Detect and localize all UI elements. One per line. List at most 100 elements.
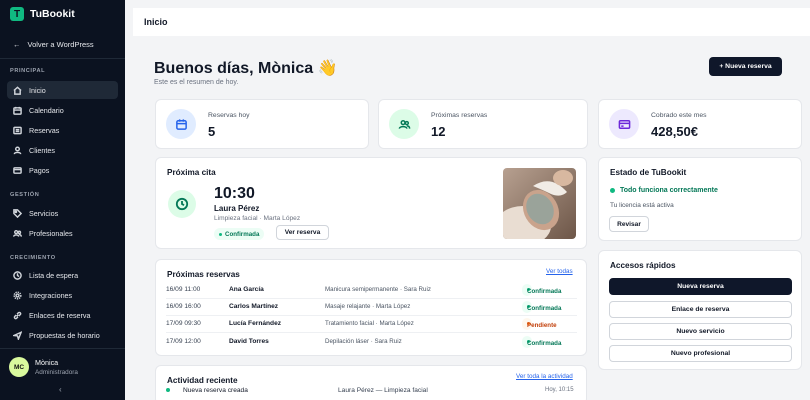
user-profile[interactable]: MC Mònica Administradora bbox=[9, 357, 78, 377]
collapse-sidebar-button[interactable]: ‹ bbox=[59, 385, 62, 394]
sidebar-item-profesionales[interactable]: Profesionales bbox=[7, 224, 118, 242]
stat-card-today: Reservas hoy 5 bbox=[155, 99, 369, 149]
sidebar-item-integraciones[interactable]: Integraciones bbox=[7, 286, 118, 304]
sidebar-item-servicios[interactable]: Servicios bbox=[7, 204, 118, 222]
section-crecimiento: CRECIMIENTO bbox=[10, 255, 56, 261]
stat-card-revenue: Cobrado este mes 428,50€ bbox=[598, 99, 802, 149]
sidebar-item-label: Profesionales bbox=[29, 228, 73, 238]
card-icon bbox=[13, 166, 22, 175]
booking-service: Depilación láser · Sara Ruiz bbox=[325, 338, 402, 345]
activity-event: Nueva reserva creada bbox=[183, 387, 248, 394]
stat-label: Cobrado este mes bbox=[651, 112, 707, 119]
gear-icon bbox=[13, 290, 22, 300]
status-text: Confirmada bbox=[527, 288, 562, 295]
sidebar-item-inicio[interactable]: Inicio bbox=[7, 81, 118, 99]
table-row[interactable]: 17/09 12:00 David Torres Depilación láse… bbox=[155, 334, 587, 351]
back-to-wordpress[interactable]: ← Volver a WordPress bbox=[13, 40, 94, 49]
sidebar-item-label: Enlaces de reserva bbox=[29, 310, 91, 320]
greeting-heading: Buenos días, Mònica 👋 bbox=[154, 60, 338, 77]
user-group-icon bbox=[13, 229, 22, 238]
sidebar-item-pagos[interactable]: Pagos bbox=[7, 161, 118, 179]
avatar: MC bbox=[9, 357, 29, 377]
booking-datetime: 17/09 09:30 bbox=[166, 320, 201, 327]
booking-datetime: 16/09 16:00 bbox=[166, 303, 201, 310]
booking-service: Manicura semipermanente · Sara Ruiz bbox=[325, 286, 431, 293]
status-badge: Confirmada bbox=[214, 228, 265, 240]
booking-service: Tratamiento facial · Marta López bbox=[325, 320, 414, 327]
sidebar-item-lista-de-espera[interactable]: Lista de espera bbox=[7, 266, 118, 284]
card-icon bbox=[609, 109, 639, 139]
brand-name: TuBookit bbox=[30, 8, 75, 20]
review-button[interactable]: Revisar bbox=[609, 216, 649, 232]
status-text: Confirmada bbox=[527, 305, 562, 312]
greeting-subtitle: Este es el resumen de hoy. bbox=[154, 79, 239, 86]
status-text: Todo funciona correctamente bbox=[620, 187, 718, 194]
quick-new-professional-button[interactable]: Nuevo profesional bbox=[609, 345, 792, 362]
stat-value: 12 bbox=[431, 124, 446, 139]
appointment-service: Limpieza facial · Marta López bbox=[214, 215, 301, 222]
sidebar-item-label: Clientes bbox=[29, 145, 55, 155]
back-label: Volver a WordPress bbox=[27, 40, 94, 49]
sidebar-item-label: Servicios bbox=[29, 208, 59, 218]
calendar-icon bbox=[166, 109, 196, 139]
sidebar-item-reservas[interactable]: Reservas bbox=[7, 121, 118, 139]
tubookit-logo-icon: T bbox=[10, 7, 24, 21]
table-row[interactable]: 16/09 16:00 Carlos Martínez Masaje relaj… bbox=[155, 299, 587, 316]
license-status: Tu licencia está activa bbox=[610, 202, 674, 209]
send-icon bbox=[13, 330, 22, 340]
sidebar-item-clientes[interactable]: Clientes bbox=[7, 141, 118, 159]
appointment-time: 10:30 bbox=[214, 185, 255, 202]
sidebar-item-label: Propuestas de horario bbox=[29, 330, 100, 340]
arrow-left-icon: ← bbox=[13, 40, 21, 49]
sidebar-item-label: Reservas bbox=[29, 125, 60, 135]
status-ok: Todo funciona correctamente bbox=[610, 187, 718, 194]
booking-datetime: 17/09 12:00 bbox=[166, 338, 201, 345]
brand[interactable]: T TuBookit bbox=[10, 7, 75, 21]
sidebar-item-propuestas-de-horario[interactable]: Propuestas de horario bbox=[7, 326, 118, 344]
table-row[interactable]: 17/09 09:30 Lucía Fernández Tratamiento … bbox=[155, 316, 587, 333]
app-status-card: Estado de TuBookit Todo funciona correct… bbox=[598, 157, 802, 241]
card-title: Próximas reservas bbox=[167, 270, 240, 279]
view-all-link[interactable]: Ver todas bbox=[546, 268, 573, 275]
status-text: Confirmada bbox=[527, 340, 562, 347]
link-icon bbox=[13, 311, 22, 320]
calendar-icon bbox=[13, 106, 22, 115]
quick-new-booking-button[interactable]: Nueva reserva bbox=[609, 278, 792, 295]
new-booking-button[interactable]: + Nueva reserva bbox=[709, 57, 782, 76]
status-text: Confirmada bbox=[225, 230, 260, 238]
card-title: Próxima cita bbox=[167, 168, 216, 177]
users-icon bbox=[13, 145, 22, 155]
status-badge: Confirmada bbox=[522, 336, 561, 348]
activity-dot bbox=[166, 388, 170, 392]
section-gestion: GESTIÓN bbox=[10, 192, 40, 198]
booking-datetime: 16/09 11:00 bbox=[166, 286, 201, 293]
status-badge: Confirmada bbox=[522, 284, 561, 296]
topbar: Inicio bbox=[133, 8, 810, 36]
quick-new-service-button[interactable]: Nuevo servicio bbox=[609, 323, 792, 340]
sidebar-item-label: Inicio bbox=[29, 85, 46, 95]
sidebar: T TuBookit ← Volver a WordPress PRINCIPA… bbox=[0, 0, 125, 400]
stat-label: Próximas reservas bbox=[431, 112, 488, 119]
stat-card-upcoming: Próximas reservas 12 bbox=[378, 99, 588, 149]
list-item[interactable]: Nueva reserva creada Laura Pérez — Limpi… bbox=[155, 387, 587, 399]
tag-icon bbox=[13, 208, 22, 218]
view-booking-button[interactable]: Ver reserva bbox=[276, 225, 329, 240]
status-dot bbox=[219, 232, 222, 236]
sidebar-item-label: Pagos bbox=[29, 165, 50, 175]
sidebar-item-calendario[interactable]: Calendario bbox=[7, 101, 118, 119]
stat-value: 428,50€ bbox=[651, 124, 698, 139]
home-icon bbox=[13, 85, 22, 95]
status-text: Pendiente bbox=[527, 322, 557, 329]
activity-time: Hoy, 10:15 bbox=[545, 387, 574, 393]
divider bbox=[0, 58, 125, 59]
status-dot bbox=[610, 188, 615, 193]
sidebar-item-label: Lista de espera bbox=[29, 270, 79, 280]
booking-client: Lucía Fernández bbox=[229, 320, 282, 327]
sidebar-item-enlaces-de-reserva[interactable]: Enlaces de reserva bbox=[7, 306, 118, 324]
quick-booking-link-button[interactable]: Enlace de reserva bbox=[609, 301, 792, 318]
view-all-activity-link[interactable]: Ver toda la actividad bbox=[516, 373, 573, 380]
sidebar-item-label: Integraciones bbox=[29, 290, 73, 300]
clock-icon bbox=[13, 270, 22, 280]
booking-client: Carlos Martínez bbox=[229, 303, 279, 310]
table-row[interactable]: 16/09 11:00 Ana García Manicura semiperm… bbox=[155, 282, 587, 299]
